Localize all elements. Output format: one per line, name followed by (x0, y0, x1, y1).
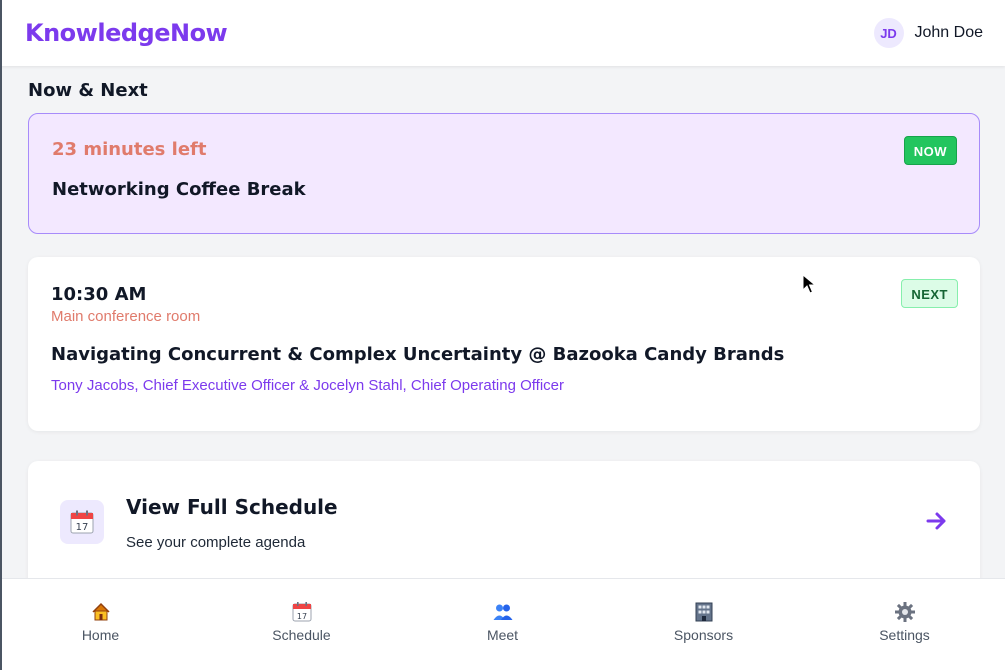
nav-item-schedule[interactable]: 17 Schedule (201, 579, 402, 670)
next-session-card[interactable]: 10:30 AM Main conference room Navigating… (28, 257, 980, 431)
house-icon (91, 602, 110, 621)
nav-label: Schedule (272, 627, 331, 643)
avatar[interactable]: JD (873, 18, 904, 48)
brand-logo[interactable]: KnowledgeNow (25, 19, 228, 47)
next-session-room: Main conference room (51, 308, 201, 325)
calendar-icon: 17 (60, 500, 104, 544)
calendar-icon-date: 17 (296, 612, 306, 621)
nav-label: Home (81, 627, 120, 643)
calendar-icon-date: 17 (76, 522, 89, 533)
arrow-right-icon[interactable] (926, 511, 948, 536)
time-left: 23 minutes left (52, 139, 207, 160)
bottom-nav: Home 17 Schedule Meet Sponsors Settings (0, 578, 1005, 670)
mouse-cursor-icon (802, 274, 816, 294)
gear-icon (894, 602, 915, 622)
nav-label: Meet (486, 627, 519, 643)
schedule-card-subtitle: See your complete agenda (126, 534, 306, 551)
user-menu[interactable]: JD John Doe (873, 18, 984, 48)
office-building-icon (695, 602, 712, 622)
nav-label: Sponsors (673, 627, 734, 643)
now-session-card[interactable]: 23 minutes left Networking Coffee Break … (28, 113, 980, 234)
view-schedule-card[interactable]: 17 View Full Schedule See your complete … (28, 461, 980, 591)
window-edge (0, 0, 2, 670)
next-session-title: Navigating Concurrent & Complex Uncertai… (51, 344, 785, 365)
nav-label: Settings (879, 627, 930, 643)
next-badge: NEXT (901, 279, 958, 308)
user-name[interactable]: John Doe (915, 24, 984, 42)
now-badge: NOW (903, 136, 957, 165)
nav-item-settings[interactable]: Settings (804, 579, 1005, 670)
section-title: Now & Next (28, 80, 148, 101)
schedule-card-title: View Full Schedule (126, 495, 338, 519)
top-header: KnowledgeNow JD John Doe (0, 0, 1005, 66)
nav-item-sponsors[interactable]: Sponsors (603, 579, 804, 670)
calendar-icon: 17 (292, 602, 311, 622)
next-session-speakers: Tony Jacobs, Chief Executive Officer & J… (51, 377, 565, 394)
nav-item-meet[interactable]: Meet (402, 579, 603, 670)
nav-item-home[interactable]: Home (0, 579, 201, 670)
now-session-title: Networking Coffee Break (52, 179, 306, 200)
people-icon (493, 604, 512, 620)
next-session-time: 10:30 AM (51, 284, 147, 305)
